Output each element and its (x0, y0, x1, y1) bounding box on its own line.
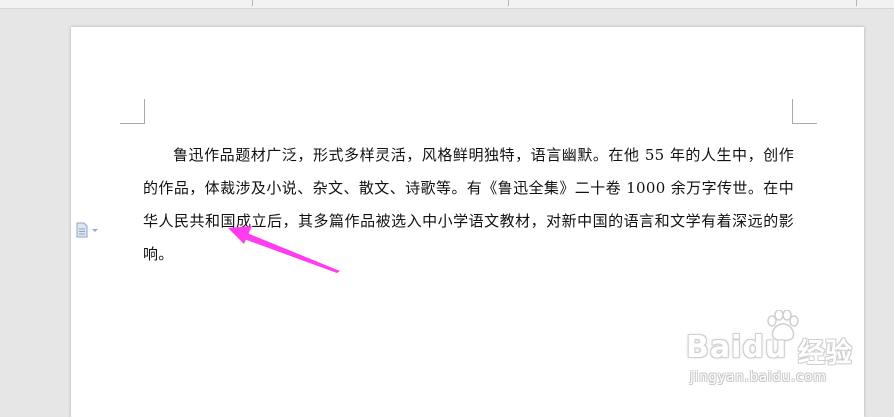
paragraph-layout-button[interactable] (76, 222, 104, 238)
document-icon (76, 222, 88, 238)
margin-corner-top-right (792, 99, 817, 124)
body-paragraph[interactable]: 鲁迅作品题材广泛，形式多样灵活，风格鲜明独特，语言幽默。在他 55 年的人生中，… (143, 139, 794, 271)
ruler (0, 0, 894, 9)
document-page[interactable]: 鲁迅作品题材广泛，形式多样灵活，风格鲜明独特，语言幽默。在他 55 年的人生中，… (71, 27, 864, 417)
ruler-segment (0, 0, 253, 6)
ruler-segment (258, 0, 509, 6)
ruler-segment (514, 0, 857, 6)
caret-down-icon (92, 229, 98, 232)
margin-corner-top-left (120, 99, 145, 124)
